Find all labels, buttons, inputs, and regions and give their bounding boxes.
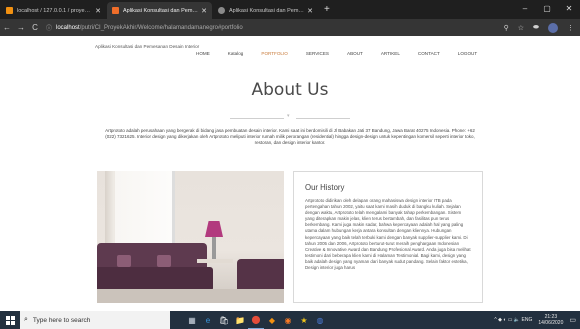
nav-contact[interactable]: CONTACT (418, 51, 440, 56)
word-icon[interactable]: ◍ (312, 311, 328, 329)
notification-icon[interactable]: ▭ (569, 316, 576, 324)
extension-icon[interactable]: ⬬ (533, 24, 539, 32)
taskbar-apps: ▦ e 🛍 📁 ⬤ ◆ ◉ ★ ◍ (184, 311, 328, 329)
site-favicon-icon (112, 7, 119, 14)
store-icon[interactable]: 🛍 (216, 311, 232, 329)
address-path: /putri/CI_ProyekAkhir/Welcome/halamandam… (79, 24, 243, 31)
nav-portfolio[interactable]: PORTFOLIO (261, 51, 287, 56)
sublime-icon[interactable]: ◆ (264, 311, 280, 329)
system-tray: ^ ◆ ◐ ▭ 🔈 ENG 21:23 14/06/2020 ▭ (494, 314, 576, 326)
minimize-button[interactable]: – (514, 0, 536, 19)
close-tab-icon[interactable]: ✕ (307, 7, 313, 15)
main-nav: HOME Katalog PORTFOLIO SERVICES ABOUT AR… (196, 51, 477, 56)
toolbar-actions: ⚲ ☆ ⬬ ⋮ (495, 22, 574, 33)
nav-katalog[interactable]: Katalog (228, 51, 244, 56)
window-controls: – ▢ ✕ (514, 0, 580, 19)
close-tab-icon[interactable]: ✕ (201, 7, 207, 15)
history-title: Our History (305, 183, 345, 192)
back-button[interactable]: ← (0, 23, 14, 32)
windows-taskbar: ⌕ Type here to search ▦ e 🛍 📁 ⬤ ◆ ◉ ★ ◍ … (0, 311, 580, 329)
history-card: Our History Artprototo didirikan oleh de… (293, 171, 483, 303)
tab-title: Aplikasi Konsultasi dan Pemesan (123, 7, 199, 14)
tray-icons[interactable]: ^ ◆ ◐ ▭ 🔈 ENG (494, 317, 532, 323)
nav-artikel[interactable]: ARTIKEL (381, 51, 400, 56)
divider-line (230, 118, 284, 119)
task-view-icon[interactable]: ▦ (184, 311, 200, 329)
photo-sofa-seat (97, 267, 213, 291)
photo-cushion (157, 255, 171, 267)
photo-lamp (205, 221, 223, 237)
nav-about[interactable]: ABOUT (347, 51, 363, 56)
about-intro: Artprototo adalah perusahaan yang berger… (105, 128, 475, 146)
tab-phpmyadmin[interactable]: localhost / 127.0.0.1 / proyek_pr ✕ (1, 2, 106, 19)
divider-chevron-icon: ▾ (287, 113, 290, 119)
info-icon[interactable]: ⓘ (46, 23, 52, 32)
living-room-photo (97, 171, 284, 303)
photo-floor (97, 289, 284, 303)
tab-aplikasi[interactable]: Aplikasi Konsultasi dan Pemesan ✕ (213, 2, 318, 19)
photo-lamp-stand (212, 237, 216, 259)
profile-avatar[interactable] (548, 22, 558, 33)
address-bar[interactable]: ⓘ localhost /putri/CI_ProyekAkhir/Welcom… (46, 22, 495, 34)
page-title: About Us (251, 80, 329, 100)
forward-button[interactable]: → (14, 23, 28, 32)
nav-logout[interactable]: LOGOUT (458, 51, 477, 56)
reload-button[interactable]: C (28, 23, 42, 32)
globe-favicon-icon (218, 7, 225, 14)
edge-icon[interactable]: e (200, 311, 216, 329)
browser-tab-bar: localhost / 127.0.0.1 / proyek_pr ✕ Apli… (0, 0, 580, 19)
site-header: Aplikasi Konsultasi dan Pemesanan Desain… (0, 36, 580, 66)
address-host: localhost (56, 24, 80, 31)
start-button[interactable] (0, 311, 20, 329)
section-divider: ▾ (230, 113, 350, 121)
tab-title: localhost / 127.0.0.1 / proyek_pr (17, 7, 93, 14)
photo-side-table (197, 259, 233, 263)
taskbar-search[interactable]: ⌕ Type here to search (20, 311, 170, 329)
nav-services[interactable]: SERVICES (306, 51, 329, 56)
maximize-button[interactable]: ▢ (536, 0, 558, 19)
history-text: Artprototo didirikan oleh delapan orang … (305, 198, 471, 271)
app-icon[interactable]: ★ (296, 311, 312, 329)
browser-toolbar: ← → C ⓘ localhost /putri/CI_ProyekAkhir/… (0, 19, 580, 36)
clock-date: 14/06/2020 (538, 320, 564, 326)
star-icon[interactable]: ☆ (518, 24, 524, 32)
taskbar-search-placeholder: Type here to search (32, 316, 91, 324)
chrome-icon[interactable]: ⬤ (248, 311, 264, 329)
windows-logo-icon (5, 315, 15, 325)
menu-icon[interactable]: ⋮ (567, 24, 574, 32)
tab-title: Aplikasi Konsultasi dan Pemesan (229, 7, 305, 14)
file-explorer-icon[interactable]: 📁 (232, 311, 248, 329)
brand-title[interactable]: Aplikasi Konsultasi dan Pemesanan Desain… (95, 44, 199, 49)
phpmyadmin-favicon-icon (6, 7, 13, 14)
close-tab-icon[interactable]: ✕ (95, 7, 101, 15)
search-icon: ⌕ (24, 316, 28, 323)
tab-aplikasi-active[interactable]: Aplikasi Konsultasi dan Pemesan ✕ (107, 2, 212, 19)
photo-cushion (117, 255, 131, 267)
divider-line (296, 118, 350, 119)
clock[interactable]: 21:23 14/06/2020 (538, 314, 563, 326)
nav-home[interactable]: HOME (196, 51, 210, 56)
close-window-button[interactable]: ✕ (558, 0, 580, 19)
search-icon[interactable]: ⚲ (504, 24, 509, 32)
new-tab-button[interactable]: + (318, 2, 336, 19)
xampp-icon[interactable]: ◉ (280, 311, 296, 329)
